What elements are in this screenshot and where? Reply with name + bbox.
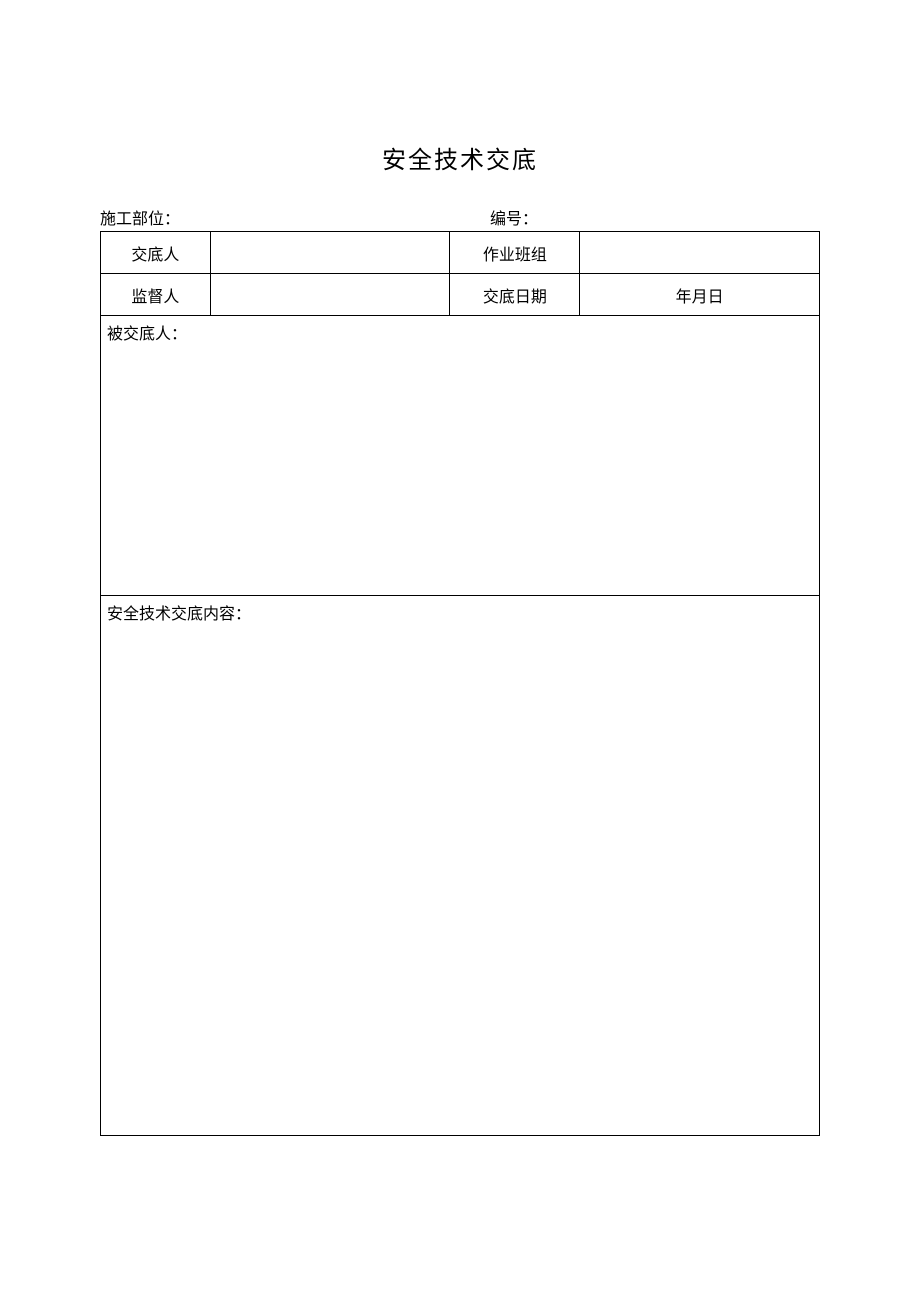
presenter-label: 交底人 <box>101 232 211 274</box>
construction-section-label: 施工部位： <box>100 211 180 228</box>
disclosure-date-label: 交底日期 <box>450 274 580 316</box>
content-label: 安全技术交底内容： <box>107 606 251 623</box>
supervisor-label: 监督人 <box>101 274 211 316</box>
recipients-label: 被交底人： <box>107 326 187 343</box>
row-supervisor: 监督人 交底日期 年月日 <box>101 274 820 316</box>
header-row: 施工部位： 编号： <box>100 205 820 229</box>
row-content: 安全技术交底内容： <box>101 596 820 1136</box>
number-label: 编号： <box>490 211 538 228</box>
form-table: 交底人 作业班组 监督人 交底日期 年月日 被交底人： 安全技术交底内容： <box>100 231 820 1136</box>
content-cell: 安全技术交底内容： <box>101 596 820 1136</box>
work-team-label: 作业班组 <box>450 232 580 274</box>
row-presenter: 交底人 作业班组 <box>101 232 820 274</box>
supervisor-value <box>210 274 450 316</box>
recipients-cell: 被交底人： <box>101 316 820 596</box>
page-title: 安全技术交底 <box>100 140 820 175</box>
disclosure-date-value: 年月日 <box>580 274 820 316</box>
presenter-value <box>210 232 450 274</box>
row-recipients: 被交底人： <box>101 316 820 596</box>
work-team-value <box>580 232 820 274</box>
